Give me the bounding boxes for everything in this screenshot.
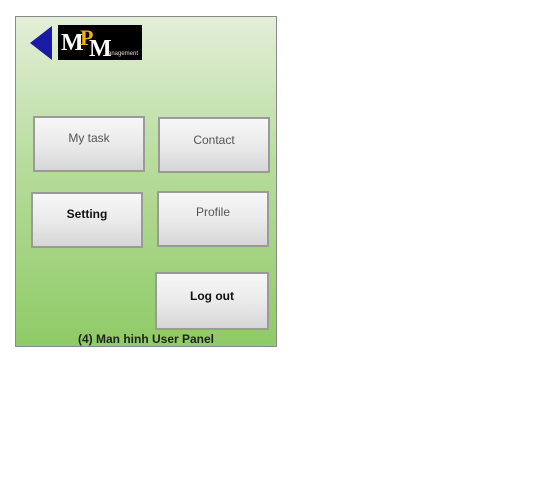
profile-label: Profile: [195, 205, 230, 219]
log-out-label: Log out: [190, 289, 234, 303]
mpm-logo: M P M anagement: [58, 25, 142, 60]
screen-caption: (4) Man hinh User Panel: [77, 332, 215, 346]
setting-button[interactable]: Setting: [31, 192, 143, 248]
profile-button[interactable]: Profile: [157, 191, 269, 247]
log-out-button[interactable]: Log out: [155, 272, 269, 330]
contact-button[interactable]: Contact: [158, 117, 270, 173]
user-panel-screen: M P M anagement My task Contact Setting …: [15, 16, 277, 347]
back-arrow-icon[interactable]: [30, 26, 52, 60]
my-task-label: My task: [68, 131, 110, 145]
contact-label: Contact: [193, 133, 235, 147]
my-task-button[interactable]: My task: [33, 116, 145, 172]
svg-text:anagement: anagement: [108, 51, 138, 57]
setting-label: Setting: [66, 207, 108, 221]
